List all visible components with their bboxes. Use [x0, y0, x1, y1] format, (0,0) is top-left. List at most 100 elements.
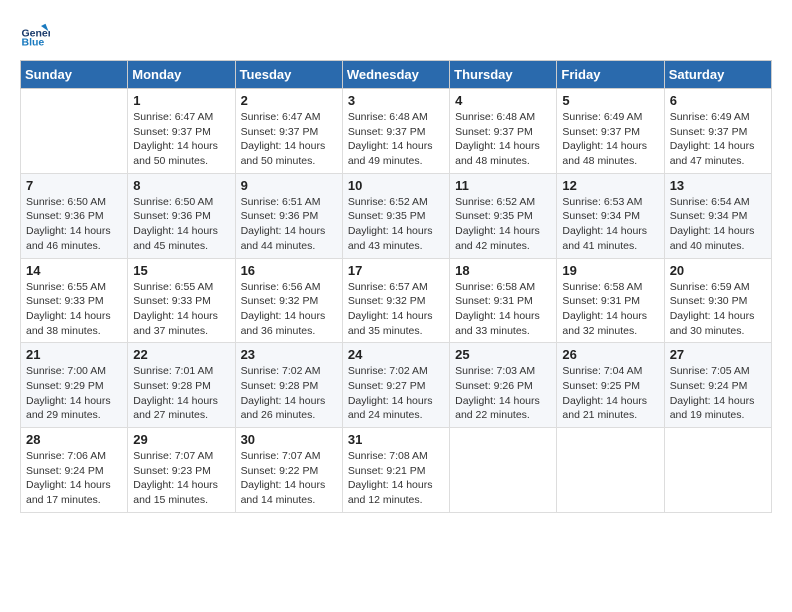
week-row-3: 21 Sunrise: 7:00 AM Sunset: 9:29 PM Dayli…	[21, 343, 772, 428]
day-info: Sunrise: 6:54 AM Sunset: 9:34 PM Dayligh…	[670, 195, 766, 254]
day-info: Sunrise: 6:49 AM Sunset: 9:37 PM Dayligh…	[562, 110, 658, 169]
calendar-cell: 16 Sunrise: 6:56 AM Sunset: 9:32 PM Dayli…	[235, 258, 342, 343]
day-number: 22	[133, 347, 229, 362]
day-number: 13	[670, 178, 766, 193]
day-number: 6	[670, 93, 766, 108]
weekday-tuesday: Tuesday	[235, 61, 342, 89]
calendar-cell	[557, 428, 664, 513]
day-info: Sunrise: 7:08 AM Sunset: 9:21 PM Dayligh…	[348, 449, 444, 508]
day-number: 28	[26, 432, 122, 447]
calendar-cell: 22 Sunrise: 7:01 AM Sunset: 9:28 PM Dayli…	[128, 343, 235, 428]
day-info: Sunrise: 7:07 AM Sunset: 9:22 PM Dayligh…	[241, 449, 337, 508]
day-info: Sunrise: 6:58 AM Sunset: 9:31 PM Dayligh…	[455, 280, 551, 339]
day-info: Sunrise: 6:55 AM Sunset: 9:33 PM Dayligh…	[133, 280, 229, 339]
day-info: Sunrise: 7:00 AM Sunset: 9:29 PM Dayligh…	[26, 364, 122, 423]
calendar-cell	[21, 89, 128, 174]
calendar-cell: 7 Sunrise: 6:50 AM Sunset: 9:36 PM Daylig…	[21, 173, 128, 258]
day-number: 1	[133, 93, 229, 108]
day-info: Sunrise: 6:48 AM Sunset: 9:37 PM Dayligh…	[455, 110, 551, 169]
day-info: Sunrise: 6:50 AM Sunset: 9:36 PM Dayligh…	[133, 195, 229, 254]
logo-icon: General Blue	[20, 20, 50, 50]
day-number: 7	[26, 178, 122, 193]
calendar-cell	[450, 428, 557, 513]
day-number: 14	[26, 263, 122, 278]
day-info: Sunrise: 6:51 AM Sunset: 9:36 PM Dayligh…	[241, 195, 337, 254]
calendar-cell: 12 Sunrise: 6:53 AM Sunset: 9:34 PM Dayli…	[557, 173, 664, 258]
calendar-cell: 1Sunrise: 6:47 AM Sunset: 9:37 PM Daylig…	[128, 89, 235, 174]
day-info: Sunrise: 7:01 AM Sunset: 9:28 PM Dayligh…	[133, 364, 229, 423]
weekday-saturday: Saturday	[664, 61, 771, 89]
calendar-cell: 27Sunrise: 7:05 AM Sunset: 9:24 PM Dayli…	[664, 343, 771, 428]
day-info: Sunrise: 7:06 AM Sunset: 9:24 PM Dayligh…	[26, 449, 122, 508]
calendar-cell: 26Sunrise: 7:04 AM Sunset: 9:25 PM Dayli…	[557, 343, 664, 428]
calendar-cell: 8 Sunrise: 6:50 AM Sunset: 9:36 PM Daylig…	[128, 173, 235, 258]
calendar-cell: 19 Sunrise: 6:58 AM Sunset: 9:31 PM Dayli…	[557, 258, 664, 343]
day-number: 31	[348, 432, 444, 447]
week-row-0: 1 Sunrise: 6:47 AM Sunset: 9:37 PM Daylig…	[21, 89, 772, 174]
day-number: 30	[241, 432, 337, 447]
calendar-cell: 25Sunrise: 7:03 AM Sunset: 9:26 PM Dayli…	[450, 343, 557, 428]
calendar-cell: 20 Sunrise: 6:59 AM Sunset: 9:30 PM Dayli…	[664, 258, 771, 343]
calendar-cell: 14 Sunrise: 6:55 AM Sunset: 9:33 PM Dayli…	[21, 258, 128, 343]
calendar-cell: 10Sunrise: 6:52 AM Sunset: 9:35 PM Dayli…	[342, 173, 449, 258]
logo: General Blue	[20, 20, 50, 50]
day-number: 2	[241, 93, 337, 108]
day-number: 9	[241, 178, 337, 193]
week-row-2: 14 Sunrise: 6:55 AM Sunset: 9:33 PM Dayli…	[21, 258, 772, 343]
day-info: Sunrise: 6:48 AM Sunset: 9:37 PM Dayligh…	[348, 110, 444, 169]
day-info: Sunrise: 7:02 AM Sunset: 9:28 PM Dayligh…	[241, 364, 337, 423]
calendar-cell: 6 Sunrise: 6:49 AM Sunset: 9:37 PM Daylig…	[664, 89, 771, 174]
weekday-monday: Monday	[128, 61, 235, 89]
calendar-table: SundayMondayTuesdayWednesdayThursdayFrid…	[20, 60, 772, 513]
day-info: Sunrise: 6:52 AM Sunset: 9:35 PM Dayligh…	[455, 195, 551, 254]
calendar-cell: 21 Sunrise: 7:00 AM Sunset: 9:29 PM Dayli…	[21, 343, 128, 428]
calendar-cell: 4 Sunrise: 6:48 AM Sunset: 9:37 PM Daylig…	[450, 89, 557, 174]
calendar-cell: 30 Sunrise: 7:07 AM Sunset: 9:22 PM Dayli…	[235, 428, 342, 513]
day-info: Sunrise: 6:56 AM Sunset: 9:32 PM Dayligh…	[241, 280, 337, 339]
day-info: Sunrise: 6:53 AM Sunset: 9:34 PM Dayligh…	[562, 195, 658, 254]
day-info: Sunrise: 6:49 AM Sunset: 9:37 PM Dayligh…	[670, 110, 766, 169]
calendar-cell: 23Sunrise: 7:02 AM Sunset: 9:28 PM Dayli…	[235, 343, 342, 428]
calendar-cell: 2 Sunrise: 6:47 AM Sunset: 9:37 PM Daylig…	[235, 89, 342, 174]
calendar-cell: 29 Sunrise: 7:07 AM Sunset: 9:23 PM Dayli…	[128, 428, 235, 513]
calendar-cell: 28 Sunrise: 7:06 AM Sunset: 9:24 PM Dayli…	[21, 428, 128, 513]
day-info: Sunrise: 7:05 AM Sunset: 9:24 PM Dayligh…	[670, 364, 766, 423]
day-number: 5	[562, 93, 658, 108]
day-info: Sunrise: 6:57 AM Sunset: 9:32 PM Dayligh…	[348, 280, 444, 339]
day-info: Sunrise: 6:52 AM Sunset: 9:35 PM Dayligh…	[348, 195, 444, 254]
day-info: Sunrise: 6:58 AM Sunset: 9:31 PM Dayligh…	[562, 280, 658, 339]
svg-text:Blue: Blue	[22, 37, 45, 49]
day-info: Sunrise: 7:07 AM Sunset: 9:23 PM Dayligh…	[133, 449, 229, 508]
day-number: 21	[26, 347, 122, 362]
calendar-cell: 15 Sunrise: 6:55 AM Sunset: 9:33 PM Dayli…	[128, 258, 235, 343]
calendar-cell: 31 Sunrise: 7:08 AM Sunset: 9:21 PM Dayli…	[342, 428, 449, 513]
day-number: 11	[455, 178, 551, 193]
day-info: Sunrise: 7:02 AM Sunset: 9:27 PM Dayligh…	[348, 364, 444, 423]
day-number: 15	[133, 263, 229, 278]
calendar-cell: 11 Sunrise: 6:52 AM Sunset: 9:35 PM Dayli…	[450, 173, 557, 258]
week-row-1: 7 Sunrise: 6:50 AM Sunset: 9:36 PM Daylig…	[21, 173, 772, 258]
calendar-cell: 13 Sunrise: 6:54 AM Sunset: 9:34 PM Dayli…	[664, 173, 771, 258]
day-number: 18	[455, 263, 551, 278]
day-number: 4	[455, 93, 551, 108]
day-info: Sunrise: 6:50 AM Sunset: 9:36 PM Dayligh…	[26, 195, 122, 254]
day-number: 19	[562, 263, 658, 278]
day-number: 17	[348, 263, 444, 278]
weekday-friday: Friday	[557, 61, 664, 89]
day-number: 12	[562, 178, 658, 193]
day-number: 8	[133, 178, 229, 193]
calendar-cell: 18 Sunrise: 6:58 AM Sunset: 9:31 PM Dayli…	[450, 258, 557, 343]
day-info: Sunrise: 6:59 AM Sunset: 9:30 PM Dayligh…	[670, 280, 766, 339]
day-number: 16	[241, 263, 337, 278]
day-number: 3	[348, 93, 444, 108]
day-info: Sunrise: 7:04 AM Sunset: 9:25 PM Dayligh…	[562, 364, 658, 423]
day-number: 29	[133, 432, 229, 447]
week-row-4: 28 Sunrise: 7:06 AM Sunset: 9:24 PM Dayli…	[21, 428, 772, 513]
header: General Blue	[20, 20, 772, 50]
weekday-sunday: Sunday	[21, 61, 128, 89]
day-info: Sunrise: 6:55 AM Sunset: 9:33 PM Dayligh…	[26, 280, 122, 339]
calendar-cell	[664, 428, 771, 513]
day-number: 20	[670, 263, 766, 278]
weekday-thursday: Thursday	[450, 61, 557, 89]
day-info: Sunrise: 6:47 AM Sunset: 9:37 PM Dayligh…	[241, 110, 337, 169]
